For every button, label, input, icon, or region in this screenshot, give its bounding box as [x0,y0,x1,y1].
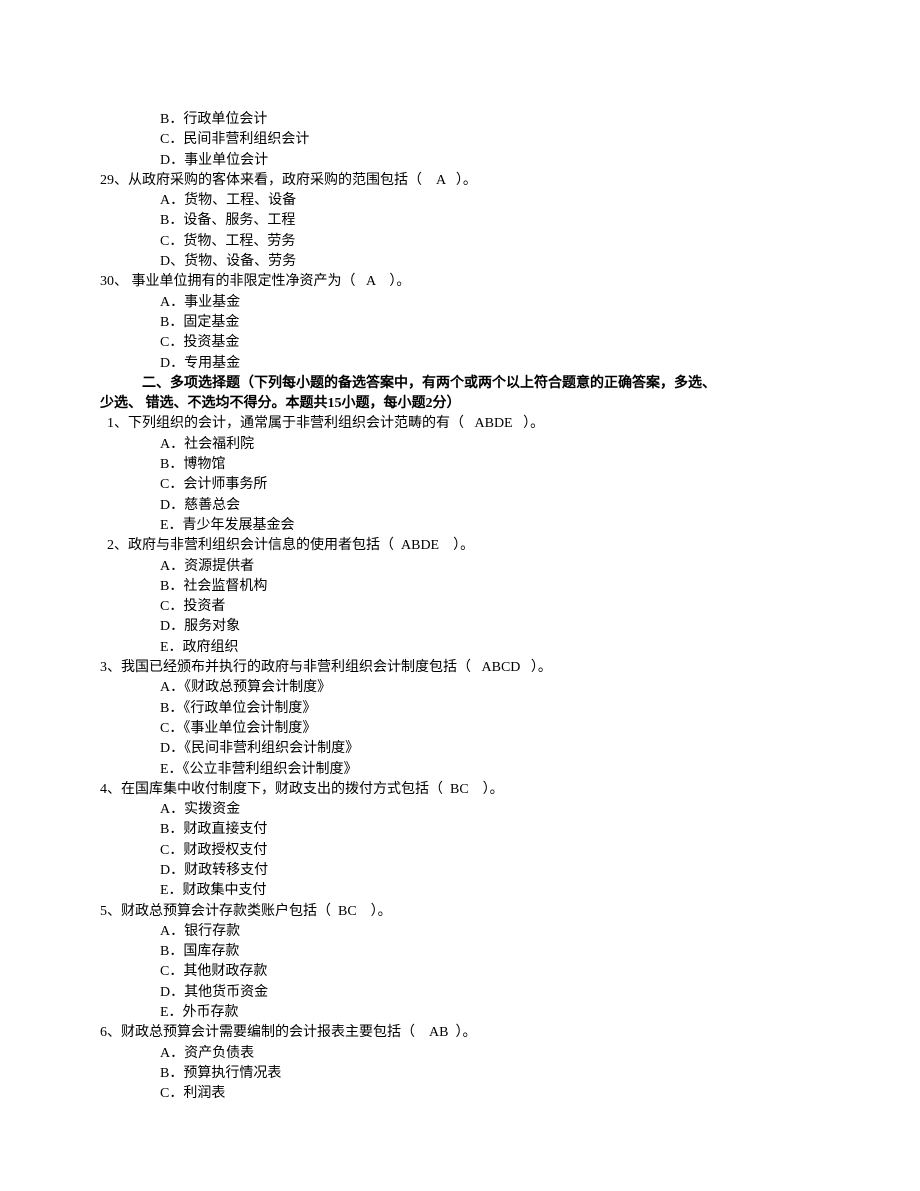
q30-a: A．事业基金 [100,293,820,313]
section2-header-line1: 二、多项选择题（下列每小题的备选答案中，有两个或两个以上符合题意的正确答案，多选… [100,374,820,394]
q29-stem: 29、从政府采购的客体来看，政府采购的范围包括（ A ）。 [100,171,820,191]
mq5-stem: 5、财政总预算会计存款类账户包括（ BC ）。 [100,902,820,922]
q29-b: B．设备、服务、工程 [100,211,820,231]
mq3-c: C．《事业单位会计制度》 [100,719,820,739]
mq1-d: D．慈善总会 [100,496,820,516]
mq6-a: A．资产负债表 [100,1044,820,1064]
mq5-a: A．银行存款 [100,922,820,942]
mq4-d: D．财政转移支付 [100,861,820,881]
mq2-e: E．政府组织 [100,638,820,658]
mq1-b: B．博物馆 [100,455,820,475]
mq3-a: A．《财政总预算会计制度》 [100,678,820,698]
mq6-stem: 6、财政总预算会计需要编制的会计报表主要包括（ AB ）。 [100,1023,820,1043]
q30-c: C．投资基金 [100,333,820,353]
mq3-e: E．《公立非营利组织会计制度》 [100,760,820,780]
mq2-b: B．社会监督机构 [100,577,820,597]
mq2-a: A．资源提供者 [100,557,820,577]
mq6-b: B．预算执行情况表 [100,1064,820,1084]
mq2-stem: 2、政府与非营利组织会计信息的使用者包括（ ABDE ）。 [100,536,820,556]
mq5-e: E．外币存款 [100,1003,820,1023]
q29-d: D、货物、设备、劳务 [100,252,820,272]
prev-option-c: C．民间非营利组织会计 [100,130,820,150]
mq5-d: D．其他货币资金 [100,983,820,1003]
section2-header-line2: 少选、 错选、不选均不得分。本题共15小题，每小题2分） [100,394,820,414]
mq4-stem: 4、在国库集中收付制度下，财政支出的拨付方式包括（ BC ）。 [100,780,820,800]
mq4-e: E．财政集中支付 [100,881,820,901]
q29-c: C．货物、工程、劳务 [100,232,820,252]
mq2-c: C．投资者 [100,597,820,617]
mq3-b: B．《行政单位会计制度》 [100,699,820,719]
q29-a: A．货物、工程、设备 [100,191,820,211]
mq3-d: D．《民间非营利组织会计制度》 [100,739,820,759]
mq1-c: C．会计师事务所 [100,475,820,495]
mq4-b: B．财政直接支付 [100,820,820,840]
mq5-b: B．国库存款 [100,942,820,962]
mq4-a: A．实拨资金 [100,800,820,820]
q30-b: B．固定基金 [100,313,820,333]
prev-option-d: D．事业单位会计 [100,151,820,171]
prev-option-b: B．行政单位会计 [100,110,820,130]
mq2-d: D．服务对象 [100,617,820,637]
mq1-e: E．青少年发展基金会 [100,516,820,536]
mq1-a: A．社会福利院 [100,435,820,455]
mq6-c: C．利润表 [100,1084,820,1104]
q30-stem: 30、 事业单位拥有的非限定性净资产为（ A ）。 [100,272,820,292]
mq4-c: C．财政授权支付 [100,841,820,861]
mq1-stem: 1、下列组织的会计，通常属于非营利组织会计范畴的有（ ABDE ）。 [100,414,820,434]
mq3-stem: 3、我国已经颁布并执行的政府与非营利组织会计制度包括（ ABCD ）。 [100,658,820,678]
q30-d: D．专用基金 [100,354,820,374]
mq5-c: C．其他财政存款 [100,962,820,982]
